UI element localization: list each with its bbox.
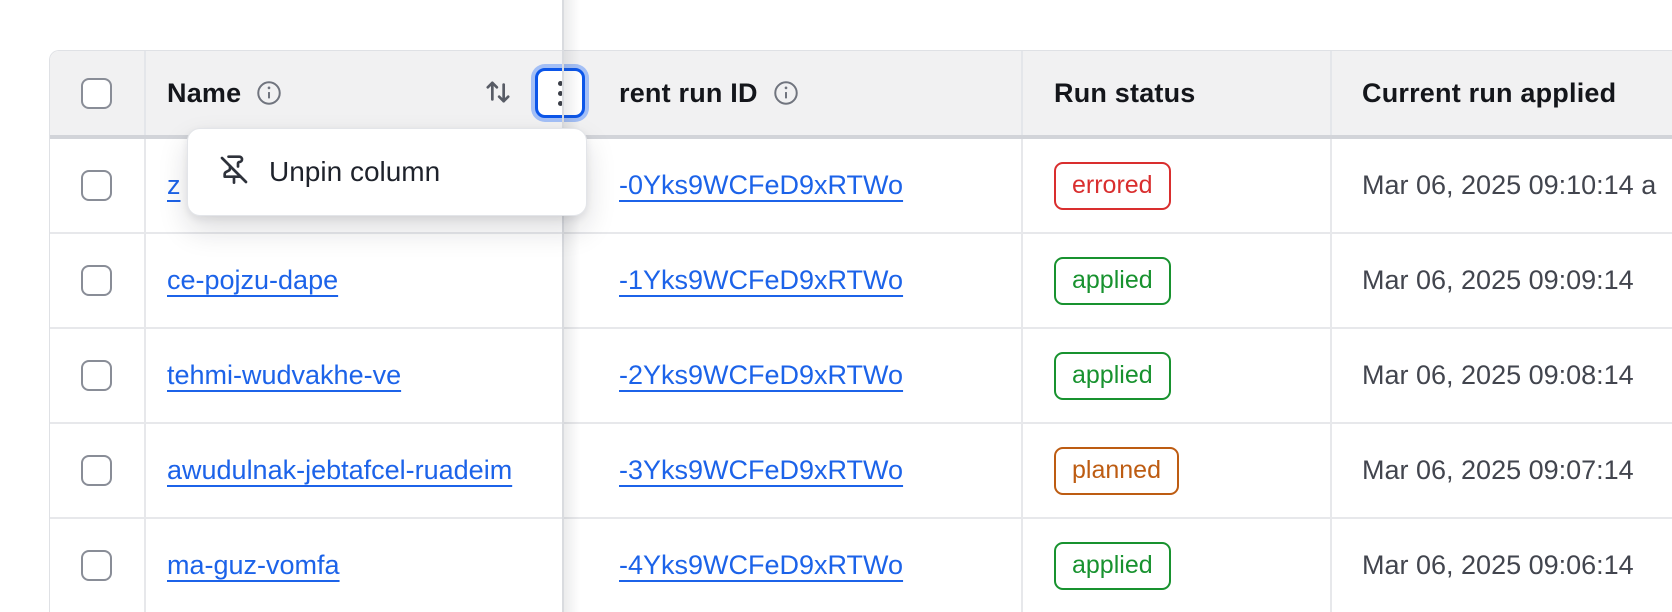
menu-item-unpin-column[interactable]: Unpin column bbox=[188, 129, 586, 215]
table-row: ma-guz-vomfa -4Yks9WCFeD9xRTWo applied M… bbox=[50, 519, 1672, 612]
current-run-id-column-label: rent run ID bbox=[619, 78, 758, 109]
cell-current-run-applied: Mar 06, 2025 09:07:14 bbox=[1332, 424, 1672, 517]
workspace-name-link[interactable]: awudulnak-jebtafcel-ruadeim bbox=[167, 455, 512, 486]
run-status-badge: applied bbox=[1054, 352, 1171, 400]
cell-current-run-id: -1Yks9WCFeD9xRTWo bbox=[612, 234, 1023, 327]
header-cell-select bbox=[50, 51, 146, 135]
workspace-name-link[interactable]: z bbox=[167, 170, 181, 201]
run-id-link[interactable]: -0Yks9WCFeD9xRTWo bbox=[619, 170, 903, 201]
cell-run-status: planned bbox=[1023, 424, 1332, 517]
run-applied-timestamp: Mar 06, 2025 09:09:14 bbox=[1362, 265, 1634, 296]
table-row: tehmi-wudvakhe-ve -2Yks9WCFeD9xRTWo appl… bbox=[50, 329, 1672, 424]
cell-select bbox=[50, 424, 146, 517]
name-column-label: Name bbox=[167, 78, 241, 109]
row-checkbox[interactable] bbox=[81, 455, 112, 486]
row-checkbox[interactable] bbox=[81, 265, 112, 296]
workspaces-table-view: Name bbox=[0, 0, 1672, 612]
run-status-badge: applied bbox=[1054, 542, 1171, 590]
cell-name: ce-pojzu-dape bbox=[146, 234, 612, 327]
run-status-badge: planned bbox=[1054, 447, 1179, 495]
cell-name: ma-guz-vomfa bbox=[146, 519, 612, 612]
cell-select bbox=[50, 234, 146, 327]
cell-current-run-applied: Mar 06, 2025 09:06:14 bbox=[1332, 519, 1672, 612]
cell-select bbox=[50, 519, 146, 612]
row-checkbox[interactable] bbox=[81, 550, 112, 581]
cell-current-run-id: -2Yks9WCFeD9xRTWo bbox=[612, 329, 1023, 422]
run-id-link[interactable]: -4Yks9WCFeD9xRTWo bbox=[619, 550, 903, 581]
cell-run-status: applied bbox=[1023, 519, 1332, 612]
run-applied-timestamp: Mar 06, 2025 09:07:14 bbox=[1362, 455, 1634, 486]
sort-column-button[interactable] bbox=[481, 75, 515, 112]
cell-run-status: applied bbox=[1023, 234, 1332, 327]
run-applied-timestamp: Mar 06, 2025 09:06:14 bbox=[1362, 550, 1634, 581]
cell-current-run-id: -4Yks9WCFeD9xRTWo bbox=[612, 519, 1023, 612]
run-applied-timestamp: Mar 06, 2025 09:10:14 a bbox=[1362, 170, 1656, 201]
run-id-link[interactable]: -1Yks9WCFeD9xRTWo bbox=[619, 265, 903, 296]
cell-run-status: applied bbox=[1023, 329, 1332, 422]
cell-current-run-applied: Mar 06, 2025 09:09:14 bbox=[1332, 234, 1672, 327]
header-cell-run-status: Run status bbox=[1023, 51, 1332, 135]
header-cell-name: Name bbox=[146, 51, 612, 135]
row-checkbox[interactable] bbox=[81, 360, 112, 391]
run-id-link[interactable]: -2Yks9WCFeD9xRTWo bbox=[619, 360, 903, 391]
name-column-tools bbox=[481, 68, 612, 118]
row-checkbox[interactable] bbox=[81, 170, 112, 201]
header-cell-current-run-id: rent run ID bbox=[612, 51, 1023, 135]
workspace-name-link[interactable]: ma-guz-vomfa bbox=[167, 550, 340, 581]
kebab-vertical-icon bbox=[558, 81, 563, 106]
cell-name: awudulnak-jebtafcel-ruadeim bbox=[146, 424, 612, 517]
workspace-name-link[interactable]: ce-pojzu-dape bbox=[167, 265, 338, 296]
run-status-column-label: Run status bbox=[1054, 78, 1196, 109]
cell-run-status: errored bbox=[1023, 139, 1332, 232]
column-options-button[interactable] bbox=[535, 68, 585, 118]
run-id-link[interactable]: -3Yks9WCFeD9xRTWo bbox=[619, 455, 903, 486]
cell-current-run-applied: Mar 06, 2025 09:08:14 bbox=[1332, 329, 1672, 422]
cell-current-run-id: -3Yks9WCFeD9xRTWo bbox=[612, 424, 1023, 517]
info-icon[interactable] bbox=[255, 79, 283, 107]
cell-name: tehmi-wudvakhe-ve bbox=[146, 329, 612, 422]
header-cell-current-run-applied: Current run applied bbox=[1332, 51, 1672, 135]
arrows-up-down-icon bbox=[481, 75, 515, 112]
table-header-row: Name bbox=[50, 51, 1672, 139]
run-status-badge: applied bbox=[1054, 257, 1171, 305]
pin-off-icon bbox=[218, 154, 250, 191]
cell-select bbox=[50, 139, 146, 232]
cell-current-run-applied: Mar 06, 2025 09:10:14 a bbox=[1332, 139, 1672, 232]
menu-item-label: Unpin column bbox=[269, 156, 440, 188]
cell-select bbox=[50, 329, 146, 422]
cell-current-run-id: -0Yks9WCFeD9xRTWo bbox=[612, 139, 1023, 232]
table-row: ce-pojzu-dape -1Yks9WCFeD9xRTWo applied … bbox=[50, 234, 1672, 329]
workspace-name-link[interactable]: tehmi-wudvakhe-ve bbox=[167, 360, 401, 391]
table-row: awudulnak-jebtafcel-ruadeim -3Yks9WCFeD9… bbox=[50, 424, 1672, 519]
current-run-applied-column-label: Current run applied bbox=[1362, 78, 1616, 109]
run-status-badge: errored bbox=[1054, 162, 1171, 210]
select-all-checkbox[interactable] bbox=[81, 78, 112, 109]
run-applied-timestamp: Mar 06, 2025 09:08:14 bbox=[1362, 360, 1634, 391]
column-options-menu: Unpin column bbox=[187, 128, 587, 216]
info-icon[interactable] bbox=[772, 79, 800, 107]
